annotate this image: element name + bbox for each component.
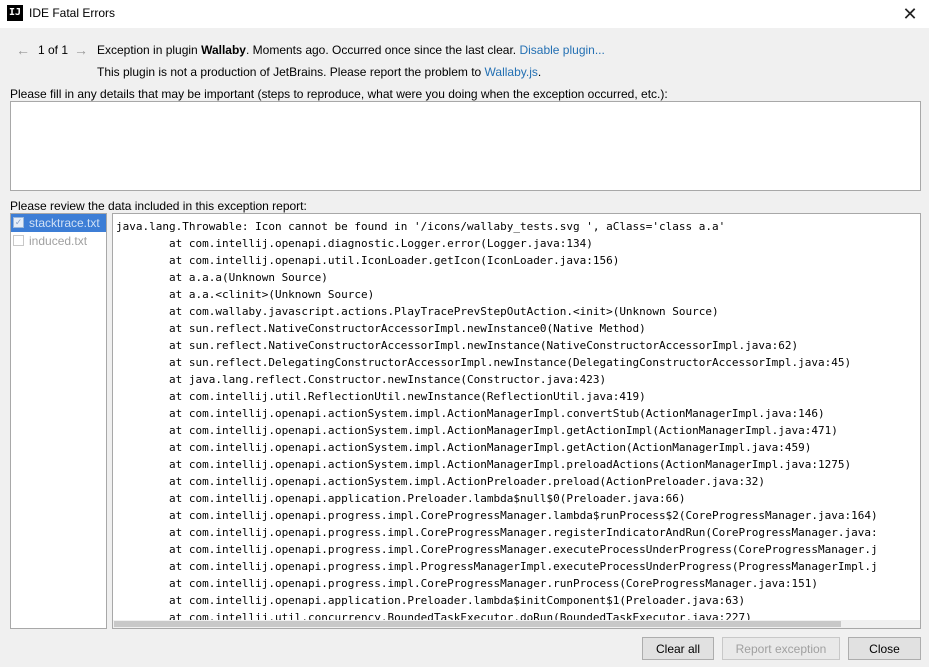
intellij-app-icon: IJ: [7, 5, 23, 21]
summary-prefix: Exception in plugin: [97, 43, 202, 57]
attachment-name: stacktrace.txt: [29, 216, 100, 230]
plugin-name: Wallaby: [201, 43, 246, 57]
stacktrace-text: java.lang.Throwable: Icon cannot be foun…: [116, 220, 878, 624]
window-title: IDE Fatal Errors: [29, 6, 116, 20]
details-textarea[interactable]: [10, 101, 921, 191]
report-notice-suffix: .: [537, 65, 542, 79]
report-notice: This plugin is not a production of JetBr…: [97, 65, 541, 79]
window-close-icon[interactable]: ✕: [891, 0, 929, 28]
attachment-name: induced.txt: [29, 234, 88, 248]
horizontal-scrollbar[interactable]: [113, 620, 920, 628]
close-button[interactable]: Close: [848, 637, 921, 660]
scrollbar-thumb[interactable]: [114, 621, 841, 627]
previous-arrow-icon[interactable]: ←: [16, 42, 30, 58]
report-notice-prefix: This plugin is not a production of JetBr…: [97, 65, 485, 79]
report-exception-button[interactable]: Report exception: [722, 637, 840, 660]
checkbox-unchecked-icon[interactable]: [13, 235, 24, 246]
summary-suffix: . Moments ago. Occurred once since the l…: [245, 43, 520, 57]
title-bar: IJ IDE Fatal Errors ✕: [0, 0, 929, 28]
attachment-list: ✓ stacktrace.txt induced.txt: [10, 213, 107, 629]
attachment-item-induced[interactable]: induced.txt: [11, 232, 106, 250]
clear-all-button[interactable]: Clear all: [642, 637, 714, 660]
disable-plugin-link[interactable]: Disable plugin...: [519, 43, 604, 57]
stacktrace-viewer[interactable]: java.lang.Throwable: Icon cannot be foun…: [112, 213, 921, 629]
exception-summary: Exception in plugin Wallaby. Moments ago…: [97, 43, 605, 57]
checkbox-checked-icon[interactable]: ✓: [13, 217, 24, 228]
error-counter: 1 of 1: [38, 43, 69, 57]
next-arrow-icon[interactable]: →: [74, 42, 88, 58]
wallaby-report-link[interactable]: Wallaby.js: [485, 65, 538, 79]
details-label: Please fill in any details that may be i…: [10, 87, 668, 101]
attachment-item-stacktrace[interactable]: ✓ stacktrace.txt: [11, 214, 106, 232]
review-label: Please review the data included in this …: [10, 199, 307, 213]
